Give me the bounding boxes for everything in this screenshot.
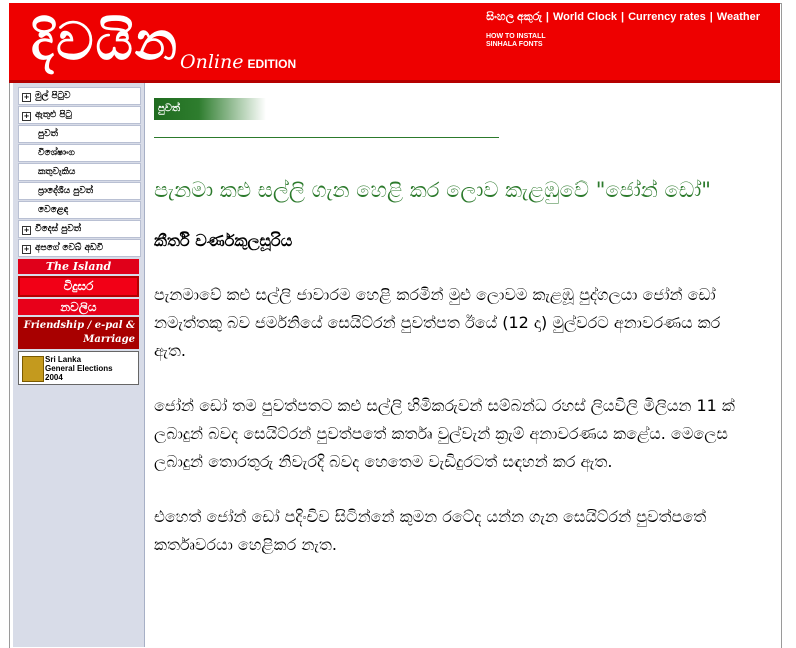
vidusara-banner[interactable]: විදුසර bbox=[18, 276, 139, 297]
sidebar: + මුල් පිටුව + ඇතුළු පිටු පුවත් විශේෂාංග ක… bbox=[13, 83, 145, 647]
article-content: පුවත් පැනමා කළු සල්ලි ගැන හෙළි කර ලොව කැ… bbox=[154, 96, 754, 559]
expand-icon: + bbox=[22, 226, 31, 235]
expand-icon: + bbox=[22, 112, 31, 121]
article-author: කීර්ති වර්ණකුලසූරිය bbox=[154, 231, 293, 250]
site-logo[interactable]: දිවයින bbox=[31, 7, 179, 77]
article-headline: පැනමා කළු සල්ලි ගැන හෙළි කර ලොව කැළඹුවේ … bbox=[154, 178, 711, 202]
flag-icon bbox=[22, 356, 44, 382]
currency-rates-link[interactable]: Currency rates bbox=[624, 11, 710, 23]
sidebar-item-editorial[interactable]: කතුවැකිය bbox=[18, 163, 141, 181]
article-paragraph: ජෝන් ඩෝ තම පුවත්පතට කළු සල්ලි හිමිකරුවන්… bbox=[154, 396, 735, 471]
sidebar-item-business[interactable]: වෙළෙඳ bbox=[18, 201, 141, 219]
sidebar-item-news[interactable]: පුවත් bbox=[18, 125, 141, 143]
sidebar-nav: + මුල් පිටුව + ඇතුළු පිටු පුවත් විශේෂාංග ක… bbox=[13, 83, 144, 257]
edition-text: EDITION bbox=[247, 57, 297, 71]
sidebar-item-inner-pages[interactable]: + ඇතුළු පිටු bbox=[18, 106, 141, 124]
navaliya-banner[interactable]: නවලිය bbox=[18, 299, 139, 315]
edition-label: Online EDITION bbox=[180, 51, 296, 73]
sidebar-item-our-websites[interactable]: + අපගේ වෙබ් අඩවි bbox=[18, 239, 141, 257]
sidebar-item-features[interactable]: විශේෂාංග bbox=[18, 144, 141, 162]
section-tab: පුවත් bbox=[154, 98, 266, 120]
elections-banner[interactable]: Sri Lanka General Elections 2004 bbox=[18, 351, 139, 385]
island-banner[interactable]: The Island bbox=[18, 259, 139, 274]
install-fonts-link[interactable]: HOW TO INSTALL SINHALA FONTS bbox=[486, 33, 576, 49]
sidebar-item-regional-news[interactable]: ප්‍රාදේශීය පුවත් bbox=[18, 182, 141, 200]
site-header: දිවයින Online EDITION සිංහල අකුරු | World C… bbox=[9, 3, 780, 83]
section-divider bbox=[154, 137, 499, 138]
sidebar-item-home[interactable]: + මුල් පිටුව bbox=[18, 87, 141, 105]
friendship-banner[interactable]: Friendship / e-pal & Marriage bbox=[18, 317, 139, 349]
expand-icon: + bbox=[22, 93, 31, 102]
edition-online: Online bbox=[180, 51, 244, 73]
article-paragraph: එහෙත් ජෝන් ඩෝ පදිංචිව සිටින්නේ කුමන රටේද… bbox=[154, 507, 707, 554]
top-links: සිංහල අකුරු | World Clock | Currency rates | W… bbox=[482, 11, 764, 24]
sinhala-fonts-link[interactable]: සිංහල අකුරු bbox=[482, 11, 546, 23]
sidebar-item-foreign-news[interactable]: + විදෙස් පුවත් bbox=[18, 220, 141, 238]
world-clock-link[interactable]: World Clock bbox=[549, 11, 621, 23]
weather-link[interactable]: Weather bbox=[713, 11, 764, 23]
expand-icon: + bbox=[22, 245, 31, 254]
article-paragraph: පැනමාවේ කළු සල්ලි ජාවාරම හෙළි කරමින් මුළ… bbox=[154, 285, 721, 360]
